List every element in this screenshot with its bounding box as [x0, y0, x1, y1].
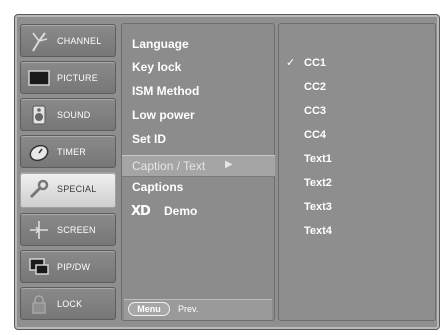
prev-label: Prev.	[178, 304, 199, 314]
category-timer[interactable]: TIMER	[20, 135, 116, 168]
option-text2[interactable]: Text2	[304, 177, 332, 189]
menu-button[interactable]: Menu	[128, 302, 170, 316]
xd-logo: XD	[131, 204, 151, 219]
category-channel[interactable]: CHANNEL	[20, 24, 116, 57]
category-label: TIMER	[57, 147, 86, 157]
option-text3[interactable]: Text3	[304, 201, 332, 213]
submenu-arrow-icon: ▶	[225, 159, 233, 170]
category-label: SOUND	[57, 110, 91, 120]
option-cc2[interactable]: CC2	[304, 81, 326, 93]
option-text4[interactable]: Text4	[304, 225, 332, 237]
category-picture[interactable]: PICTURE	[20, 61, 116, 94]
category-lock[interactable]: LOCK	[20, 287, 116, 320]
option-cc1[interactable]: CC1	[304, 57, 326, 69]
option-cc3[interactable]: CC3	[304, 105, 326, 117]
menu-item-key-lock[interactable]: Key lock	[132, 60, 181, 74]
antenna-icon	[32, 32, 48, 52]
menu-item-xd-demo[interactable]: Demo	[164, 204, 197, 218]
menu-item-captions[interactable]: Captions	[132, 180, 183, 194]
category-label: PICTURE	[57, 73, 98, 83]
category-screen[interactable]: SCREEN	[20, 213, 116, 246]
menu-item-low-power[interactable]: Low power	[132, 108, 195, 122]
category-label: PIP/DW	[57, 262, 91, 272]
category-label: CHANNEL	[57, 36, 102, 46]
pip-window-icon	[29, 258, 49, 275]
category-special[interactable]: SPECIAL	[20, 172, 116, 208]
category-label: LOCK	[57, 299, 83, 309]
menu-item-set-id[interactable]: Set ID	[132, 132, 166, 146]
clock-icon	[29, 144, 49, 162]
category-pip-dw[interactable]: PIP/DW	[20, 250, 116, 283]
menu-item-caption-text-label: Caption / Text	[132, 159, 206, 173]
caption-options-panel	[278, 23, 436, 321]
lock-icon	[32, 295, 46, 314]
category-label: SPECIAL	[57, 184, 97, 194]
option-cc4[interactable]: CC4	[304, 129, 326, 141]
menu-item-caption-text[interactable]: Caption / Text ▶	[122, 155, 275, 177]
speaker-icon	[32, 105, 46, 125]
category-sidebar: CHANNEL PICTURE SOUND TIMER SPECIAL SCRE…	[20, 24, 116, 320]
option-text1[interactable]: Text1	[304, 153, 332, 165]
menu-item-ism-method[interactable]: ISM Method	[132, 84, 199, 98]
category-sound[interactable]: SOUND	[20, 98, 116, 131]
crosshair-icon	[30, 221, 48, 239]
wrench-icon	[29, 179, 49, 199]
monitor-icon	[28, 70, 50, 86]
category-label: SCREEN	[57, 225, 96, 235]
check-icon: ✓	[286, 57, 296, 69]
menu-item-language[interactable]: Language	[132, 37, 189, 51]
